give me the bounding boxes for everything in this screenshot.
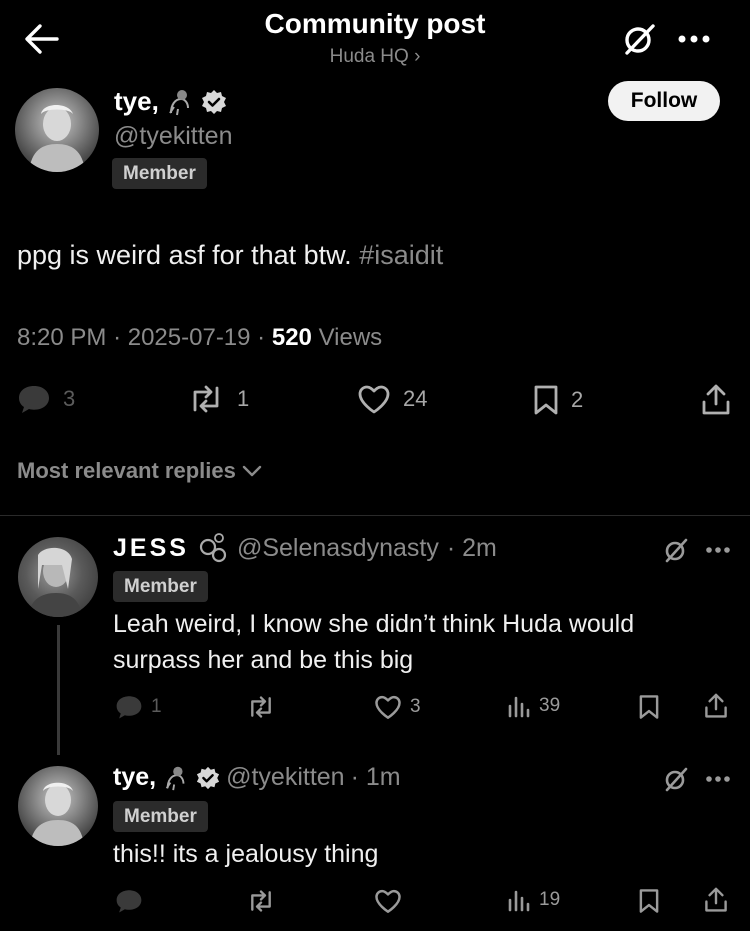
post-text: ppg is weird asf for that btw. #isaidit [17,240,443,271]
repost-icon [193,385,219,413]
more-options-button[interactable] [677,34,711,44]
more-options-button[interactable] [705,775,731,783]
more-options-button[interactable] [705,546,731,554]
reply-avatar[interactable] [18,537,98,617]
member-badge: Member [112,158,207,189]
emoji-icon [165,766,185,790]
bookmark-count: 2 [571,387,584,412]
ellipsis-icon [706,776,730,782]
bookmark-icon [639,695,659,719]
share-icon [705,887,727,912]
reply-icon [116,890,142,913]
reply-author-name[interactable]: JESS [113,534,189,563]
repost-count: 1 [237,386,250,411]
grok-button[interactable] [663,537,689,563]
share-icon [705,693,727,718]
grok-button[interactable] [663,766,689,792]
reply-count: 3 [63,386,76,411]
author-handle[interactable]: @tyekitten [114,122,232,151]
repost-button[interactable]: 1 [187,384,249,414]
analytics-icon [508,696,530,718]
chevron-down-icon [242,465,262,477]
views-button[interactable]: 39 [507,694,560,718]
post-time: 8:20 PM [17,324,107,351]
reply-icon [116,696,142,719]
reply-text-line: Leah weird, I know she didn’t think Huda… [113,610,635,638]
bookmark-button[interactable] [638,888,660,914]
grok-icon [625,24,655,55]
like-button[interactable]: 3 [374,694,421,720]
reply-sort-label: Most relevant replies [17,458,236,483]
verified-badge-icon [197,766,220,789]
views-label: Views [318,324,383,351]
hashtag-link[interactable]: #isaidit [359,240,443,270]
reply-text: Leah weird, I know she didn’t think Huda… [113,606,634,678]
repost-icon [251,890,271,912]
reply-button[interactable]: 1 [115,694,162,720]
verified-badge-icon [201,89,226,114]
member-badge: Member [113,801,208,832]
reply-button[interactable]: 3 [17,384,75,414]
reply-icon [19,386,49,413]
reply-author-handle[interactable]: @Selenasdynasty [237,534,439,563]
post-date: 2025-07-19 [127,324,251,351]
bookmark-icon [534,385,558,415]
thread-line [57,625,60,755]
author-name[interactable]: tye, [114,86,159,117]
repost-button[interactable] [246,695,276,719]
bookmark-button[interactable] [638,694,660,720]
reply-sort-dropdown[interactable]: Most relevant replies [17,458,262,484]
heart-icon [375,889,401,913]
ellipsis-icon [706,547,730,553]
ellipsis-icon [678,35,710,43]
reply-age: · 2m [446,533,497,562]
reply-count: 1 [151,696,162,717]
post-body: ppg is weird asf for that btw. [17,240,352,270]
author-avatar[interactable] [15,88,99,172]
post-meta: 8:20 PM · 2025-07-19 · 520 Views [17,324,383,351]
views-count: 39 [539,695,561,716]
reply-button[interactable] [115,888,143,914]
reply-avatar[interactable] [18,766,98,846]
reply-text: this!! its a jealousy thing [113,840,379,868]
divider [0,515,750,516]
share-button[interactable] [704,887,728,913]
reply-age: · 1m [350,763,401,791]
grok-icon [665,767,688,792]
views-button[interactable]: 19 [507,888,560,912]
follow-button[interactable]: Follow [608,81,720,121]
reply-text-line: surpass her and be this big [113,646,414,674]
like-count: 3 [410,696,421,717]
share-button[interactable] [704,693,728,719]
grok-icon [665,538,688,563]
views-count: 520 [271,324,312,351]
emoji-icon [168,89,189,115]
like-count: 24 [403,386,428,411]
like-button[interactable] [374,888,402,914]
bookmark-icon [639,889,659,913]
reply-author-name[interactable]: tye, [113,763,156,792]
heart-icon [375,695,401,719]
bookmark-button[interactable]: 2 [533,384,583,416]
reply-author-handle[interactable]: @tyekitten [226,763,344,792]
repost-icon [251,696,271,718]
heart-icon [358,385,390,414]
rings-emoji-icon [199,533,227,563]
share-button[interactable] [701,384,731,416]
share-icon [702,384,730,415]
repost-button[interactable] [246,889,276,913]
member-badge: Member [113,571,208,602]
analytics-icon [508,890,530,912]
views-count: 19 [539,889,561,910]
grok-button[interactable] [622,22,656,56]
like-button[interactable]: 24 [357,384,427,414]
